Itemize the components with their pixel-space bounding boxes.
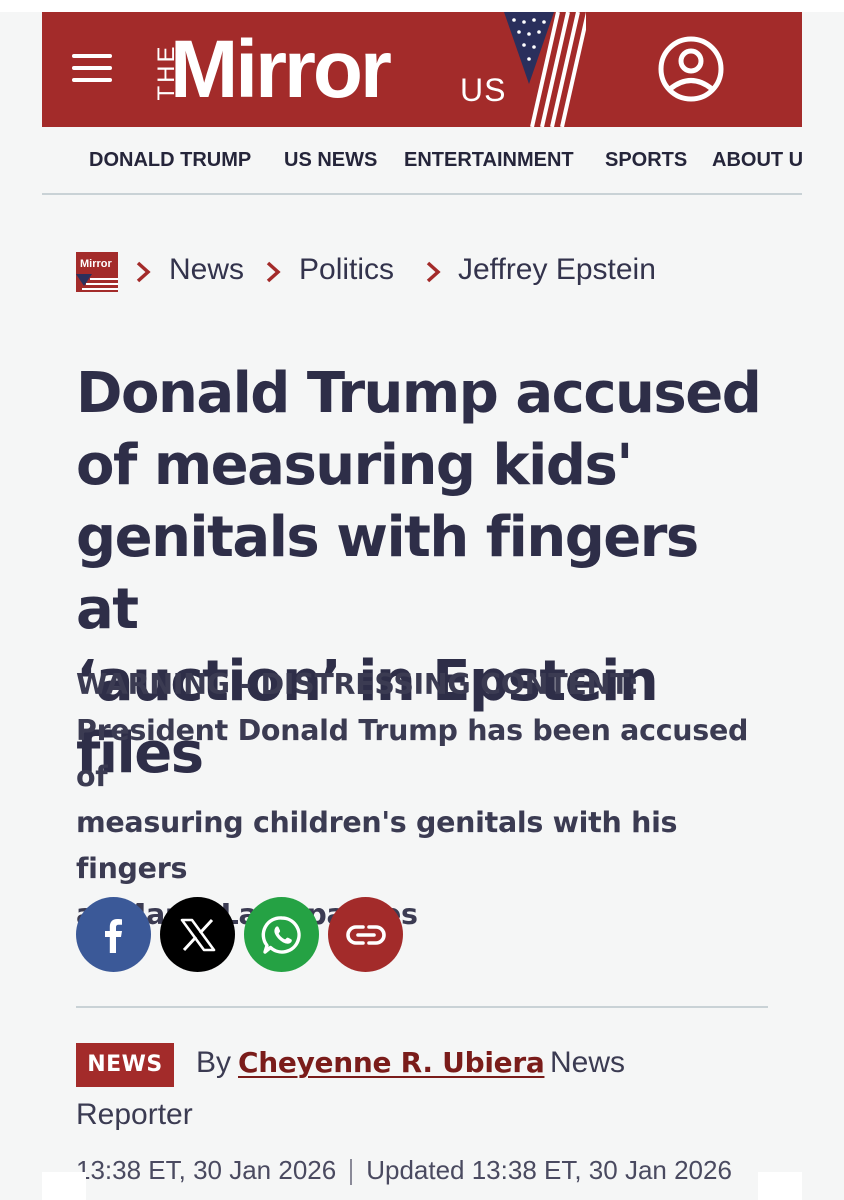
section-nav: DONALD TRUMP US NEWS ENTERTAINMENT SPORT… [42,127,802,195]
published-date: 13:38 ET, 30 Jan 2026 [76,1155,337,1185]
bottom-overlay [758,1172,802,1200]
chevron-right-icon [426,261,441,283]
chevron-right-icon [266,261,281,283]
bottom-overlay [42,1172,86,1200]
x-logo-icon [180,918,215,951]
site-header: THE Mirror US [42,12,802,127]
share-divider [76,1006,768,1008]
nav-item-entertainment[interactable]: ENTERTAINMENT [404,149,574,172]
author-role: News [550,1046,626,1079]
headline-line: genitals with fingers at [76,505,699,642]
author-role-continued: Reporter [76,1098,193,1131]
facebook-share-button[interactable] [76,897,151,972]
article-dates: 13:38 ET, 30 Jan 2026 Updated 13:38 ET, 3… [76,1152,776,1200]
headline-line: Donald Trump accused [76,361,762,426]
page-top-strip [0,0,844,12]
svg-text:Mirror: Mirror [80,258,113,270]
headline-line: of measuring kids' [76,433,633,498]
standfirst-warning: WARNING - DISTRESSING CONTENT: [76,668,639,701]
whatsapp-share-button[interactable] [244,897,319,972]
standfirst-line: measuring children's genitals with his f… [76,806,678,885]
logo-mirror-text: Mirror [170,24,392,115]
news-category-badge: NEWS [76,1043,174,1087]
nav-item-sports[interactable]: SPORTS [605,149,687,172]
chevron-right-icon [136,261,151,283]
us-flag-stripes-icon [504,12,586,127]
nav-item-donald-trump[interactable]: DONALD TRUMP [89,149,251,172]
logo-us-text: US [460,72,507,108]
breadcrumb-politics[interactable]: Politics [299,253,394,287]
byline-by: By [196,1046,232,1079]
mirror-us-home-icon[interactable]: Mirror [76,252,118,292]
breadcrumb: Mirror News Politics Jeffrey Epstein [76,250,776,294]
user-account-icon[interactable] [656,34,726,104]
standfirst-line: President Donald Trump has been accused … [76,714,749,793]
breadcrumb-jeffrey-epstein[interactable]: Jeffrey Epstein [458,253,656,287]
updated-date: Updated 13:38 ET, 30 Jan 2026 [366,1155,732,1185]
copy-link-share-button[interactable] [328,897,403,972]
link-icon [345,924,386,945]
nav-item-about-us[interactable]: ABOUT U [712,149,802,172]
breadcrumb-news[interactable]: News [169,253,244,287]
x-share-button[interactable] [160,897,235,972]
share-buttons [76,897,416,973]
hamburger-menu-icon[interactable] [72,52,114,86]
author-name-link[interactable]: Cheyenne R. Ubiera [238,1046,545,1079]
nav-item-us-news[interactable]: US NEWS [284,149,377,172]
whatsapp-icon [261,915,301,954]
facebook-icon [104,918,122,953]
date-separator [350,1159,353,1186]
